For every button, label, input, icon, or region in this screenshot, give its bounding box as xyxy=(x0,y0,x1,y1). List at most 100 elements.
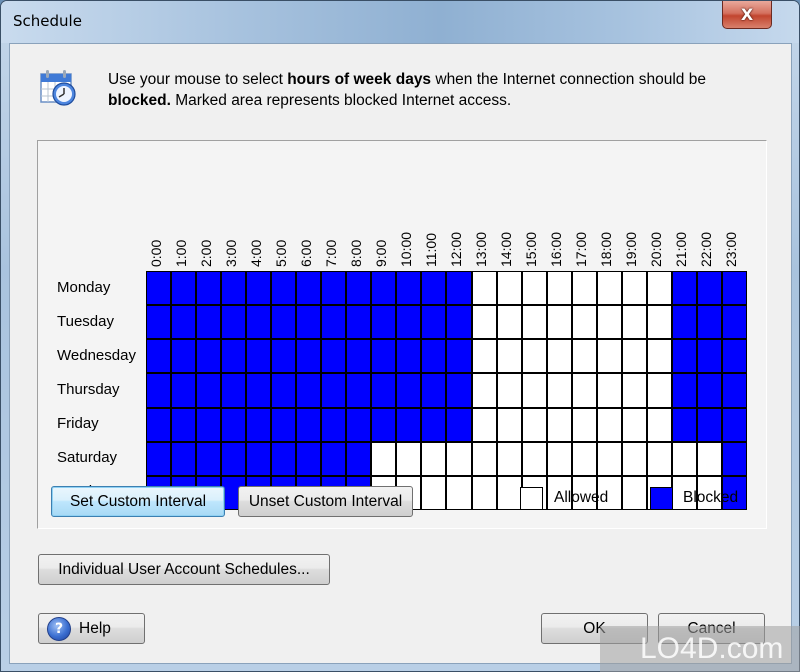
schedule-cell-allowed[interactable] xyxy=(622,374,646,407)
schedule-cell-blocked[interactable] xyxy=(372,272,396,305)
day-label-friday[interactable]: Friday xyxy=(57,407,99,441)
schedule-cell-blocked[interactable] xyxy=(422,340,446,373)
schedule-cell-allowed[interactable] xyxy=(647,306,671,339)
title-bar[interactable]: Schedule X xyxy=(1,1,799,43)
schedule-cell-blocked[interactable] xyxy=(222,272,246,305)
hour-label[interactable]: 18:00 xyxy=(596,187,621,267)
schedule-cell-allowed[interactable] xyxy=(522,374,546,407)
schedule-cell-allowed[interactable] xyxy=(547,374,571,407)
schedule-cell-allowed[interactable] xyxy=(497,476,521,509)
schedule-cell-allowed[interactable] xyxy=(472,408,496,441)
schedule-cell-allowed[interactable] xyxy=(522,272,546,305)
schedule-cell-blocked[interactable] xyxy=(447,272,471,305)
hour-label[interactable]: 8:00 xyxy=(346,187,371,267)
schedule-cell-blocked[interactable] xyxy=(672,408,696,441)
hour-label[interactable]: 10:00 xyxy=(396,187,421,267)
schedule-cell-blocked[interactable] xyxy=(672,340,696,373)
schedule-cell-blocked[interactable] xyxy=(397,272,421,305)
schedule-cell-blocked[interactable] xyxy=(247,374,271,407)
schedule-cell-blocked[interactable] xyxy=(172,442,196,475)
schedule-cell-allowed[interactable] xyxy=(597,306,621,339)
schedule-cell-blocked[interactable] xyxy=(397,306,421,339)
schedule-cell-blocked[interactable] xyxy=(447,408,471,441)
day-label-thursday[interactable]: Thursday xyxy=(57,373,120,407)
schedule-cell-allowed[interactable] xyxy=(422,442,446,475)
hour-label[interactable]: 15:00 xyxy=(521,187,546,267)
hour-label[interactable]: 2:00 xyxy=(196,187,221,267)
hour-label[interactable]: 16:00 xyxy=(546,187,571,267)
schedule-cell-blocked[interactable] xyxy=(297,374,321,407)
schedule-cell-allowed[interactable] xyxy=(622,442,646,475)
schedule-cell-allowed[interactable] xyxy=(422,476,446,509)
schedule-cell-allowed[interactable] xyxy=(472,340,496,373)
schedule-cell-blocked[interactable] xyxy=(722,306,746,339)
schedule-cell-blocked[interactable] xyxy=(697,272,721,305)
schedule-cell-blocked[interactable] xyxy=(322,408,346,441)
schedule-cell-blocked[interactable] xyxy=(247,442,271,475)
schedule-cell-blocked[interactable] xyxy=(247,340,271,373)
day-label-saturday[interactable]: Saturday xyxy=(57,441,117,475)
schedule-cell-allowed[interactable] xyxy=(397,442,421,475)
schedule-cell-blocked[interactable] xyxy=(172,374,196,407)
hour-label[interactable]: 6:00 xyxy=(296,187,321,267)
schedule-cell-blocked[interactable] xyxy=(147,340,171,373)
schedule-cell-blocked[interactable] xyxy=(197,340,221,373)
schedule-cell-blocked[interactable] xyxy=(247,408,271,441)
schedule-cell-blocked[interactable] xyxy=(672,374,696,407)
hour-label[interactable]: 5:00 xyxy=(271,187,296,267)
schedule-cell-allowed[interactable] xyxy=(597,408,621,441)
schedule-cell-blocked[interactable] xyxy=(447,374,471,407)
schedule-cell-blocked[interactable] xyxy=(422,374,446,407)
schedule-cell-allowed[interactable] xyxy=(572,306,596,339)
close-button[interactable]: X xyxy=(722,1,772,29)
hour-label[interactable]: 9:00 xyxy=(371,187,396,267)
schedule-cell-allowed[interactable] xyxy=(522,306,546,339)
schedule-cell-allowed[interactable] xyxy=(647,442,671,475)
schedule-grid[interactable] xyxy=(146,271,747,510)
schedule-cell-blocked[interactable] xyxy=(172,408,196,441)
schedule-cell-allowed[interactable] xyxy=(522,340,546,373)
schedule-cell-allowed[interactable] xyxy=(472,442,496,475)
hour-label[interactable]: 17:00 xyxy=(571,187,596,267)
hour-label[interactable]: 23:00 xyxy=(721,187,746,267)
schedule-cell-allowed[interactable] xyxy=(622,476,646,509)
schedule-cell-allowed[interactable] xyxy=(447,476,471,509)
hour-label[interactable]: 7:00 xyxy=(321,187,346,267)
hour-label[interactable]: 4:00 xyxy=(246,187,271,267)
schedule-cell-blocked[interactable] xyxy=(722,442,746,475)
schedule-cell-blocked[interactable] xyxy=(197,374,221,407)
schedule-cell-blocked[interactable] xyxy=(697,340,721,373)
schedule-cell-blocked[interactable] xyxy=(297,340,321,373)
schedule-cell-blocked[interactable] xyxy=(222,442,246,475)
schedule-cell-blocked[interactable] xyxy=(347,408,371,441)
schedule-cell-blocked[interactable] xyxy=(347,442,371,475)
hour-label[interactable]: 12:00 xyxy=(446,187,471,267)
schedule-cell-allowed[interactable] xyxy=(597,272,621,305)
hour-label[interactable]: 22:00 xyxy=(696,187,721,267)
schedule-cell-blocked[interactable] xyxy=(672,272,696,305)
set-custom-interval-button[interactable]: Set Custom Interval xyxy=(51,486,225,517)
schedule-cell-blocked[interactable] xyxy=(447,306,471,339)
schedule-cell-blocked[interactable] xyxy=(697,306,721,339)
schedule-cell-blocked[interactable] xyxy=(272,408,296,441)
schedule-cell-blocked[interactable] xyxy=(172,306,196,339)
schedule-cell-blocked[interactable] xyxy=(222,408,246,441)
day-label-tuesday[interactable]: Tuesday xyxy=(57,305,114,339)
hour-label[interactable]: 1:00 xyxy=(171,187,196,267)
schedule-cell-allowed[interactable] xyxy=(572,340,596,373)
schedule-cell-blocked[interactable] xyxy=(722,374,746,407)
schedule-cell-blocked[interactable] xyxy=(397,340,421,373)
schedule-cell-allowed[interactable] xyxy=(622,272,646,305)
schedule-cell-blocked[interactable] xyxy=(422,306,446,339)
schedule-cell-blocked[interactable] xyxy=(322,340,346,373)
schedule-cell-allowed[interactable] xyxy=(647,374,671,407)
schedule-cell-blocked[interactable] xyxy=(197,408,221,441)
schedule-cell-allowed[interactable] xyxy=(497,374,521,407)
schedule-cell-blocked[interactable] xyxy=(222,306,246,339)
unset-custom-interval-button[interactable]: Unset Custom Interval xyxy=(238,486,413,517)
schedule-cell-blocked[interactable] xyxy=(272,442,296,475)
schedule-cell-allowed[interactable] xyxy=(497,340,521,373)
schedule-cell-allowed[interactable] xyxy=(572,272,596,305)
schedule-cell-blocked[interactable] xyxy=(347,374,371,407)
hour-label[interactable]: 13:00 xyxy=(471,187,496,267)
